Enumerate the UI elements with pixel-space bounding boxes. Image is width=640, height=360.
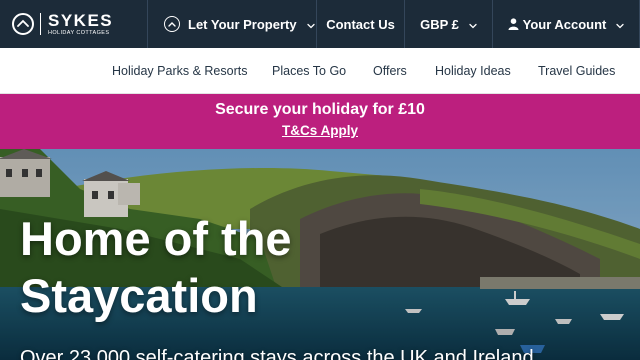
currency-selector[interactable]: GBP £ (405, 0, 493, 48)
contact-us-label: Contact Us (326, 16, 395, 32)
hero-title-line-1: Home of the (20, 212, 292, 265)
nav-holiday-parks-resorts[interactable]: Holiday Parks & Resorts (112, 48, 247, 94)
nav-holiday-ideas[interactable]: Holiday Ideas (435, 48, 511, 94)
nav-places-to-go[interactable]: Places To Go (272, 48, 346, 94)
let-your-property-menu[interactable]: Let Your Property (148, 0, 317, 48)
logo-text: SYKES HOLIDAY COTTAGES (48, 12, 113, 37)
hero-section: Home of the Staycation Over 23,000 self-… (0, 149, 640, 360)
promo-title: Secure your holiday for £10 (215, 101, 425, 118)
site-logo[interactable]: SYKES HOLIDAY COTTAGES (0, 0, 148, 48)
logo-subtitle: HOLIDAY COTTAGES (48, 29, 110, 36)
terms-link[interactable]: T&Cs Apply (282, 123, 358, 138)
let-your-property-label: Let Your Property (188, 16, 297, 32)
promo-banner: Secure your holiday for £10 T&Cs Apply (0, 94, 640, 149)
chevron-down-icon (469, 17, 477, 32)
hero-title-line-2: Staycation (20, 269, 258, 322)
hero-title: Home of the Staycation (20, 210, 292, 324)
your-account-label: Your Account (522, 16, 607, 32)
contact-us-link[interactable]: Contact Us (317, 0, 405, 48)
chevron-down-icon (616, 17, 625, 32)
secondary-navigation: Holiday Parks & Resorts Places To Go Off… (0, 48, 640, 94)
top-navigation-bar: SYKES HOLIDAY COTTAGES Let Your Property… (0, 0, 640, 48)
hero-subtitle: Over 23,000 self-catering stays across t… (20, 347, 534, 360)
your-account-menu[interactable]: Your Account (493, 0, 640, 48)
currency-label: GBP £ (420, 16, 459, 32)
chevron-up-circle-icon (164, 16, 180, 32)
sykes-logo-icon (12, 13, 34, 35)
nav-travel-guides[interactable]: Travel Guides (538, 48, 615, 94)
chevron-down-icon (306, 17, 315, 32)
logo-brand: SYKES (48, 10, 114, 30)
nav-offers[interactable]: Offers (373, 48, 407, 94)
logo-divider (40, 13, 41, 35)
user-icon (508, 18, 519, 30)
